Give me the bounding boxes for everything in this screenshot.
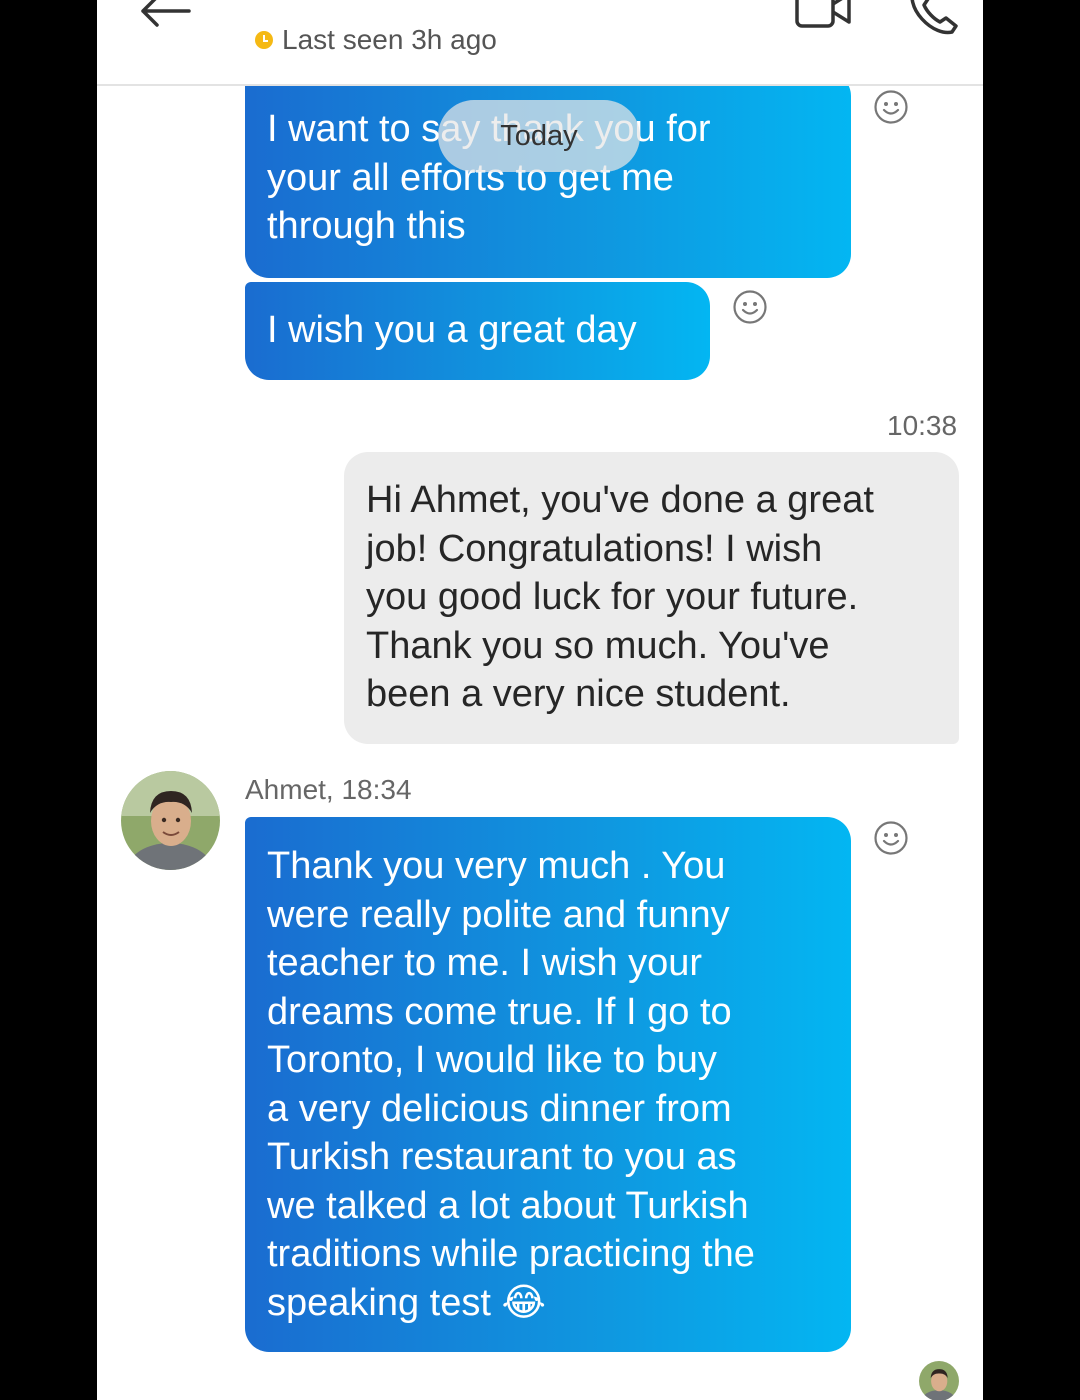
contact-name xyxy=(257,0,547,4)
video-call-icon xyxy=(795,0,851,28)
read-receipt-avatar xyxy=(919,1361,959,1400)
laughing-emoji-icon: 😂 xyxy=(501,1281,546,1324)
chat-screen: Last seen 3h ago I want to say thank you… xyxy=(97,0,983,1400)
phone-call-icon xyxy=(910,0,958,35)
message-text: I wish you a great day xyxy=(267,309,637,351)
reaction-smiley-icon[interactable] xyxy=(732,289,768,325)
back-arrow-icon xyxy=(141,0,191,27)
avatar[interactable] xyxy=(121,771,220,870)
phone-call-button[interactable] xyxy=(902,0,962,38)
last-seen-status: Last seen 3h ago xyxy=(282,24,497,55)
message-text: Thank you very much . You were really po… xyxy=(267,842,851,1327)
sender-name-time: Ahmet, 18:34 xyxy=(245,774,412,805)
reaction-smiley-icon[interactable] xyxy=(873,89,909,125)
date-divider: Today xyxy=(438,100,640,172)
back-button[interactable] xyxy=(137,0,197,32)
message-timestamp: 10:38 xyxy=(887,410,958,441)
reaction-smiley-icon[interactable] xyxy=(873,820,909,856)
message-text: Hi Ahmet, you've done a great job! Congr… xyxy=(366,479,874,715)
message-body: Thank you very much . You were really po… xyxy=(267,845,755,1324)
video-call-button[interactable] xyxy=(794,0,854,30)
profile-photo-icon xyxy=(919,1361,959,1400)
last-seen-clock-icon xyxy=(255,31,273,49)
message-bubble-incoming[interactable]: I wish you a great day xyxy=(245,282,710,380)
chat-header: Last seen 3h ago xyxy=(97,0,983,86)
profile-photo-icon xyxy=(121,771,220,870)
message-bubble-outgoing[interactable]: Hi Ahmet, you've done a great job! Congr… xyxy=(344,452,959,744)
message-bubble-incoming[interactable]: Thank you very much . You were really po… xyxy=(245,817,851,1352)
